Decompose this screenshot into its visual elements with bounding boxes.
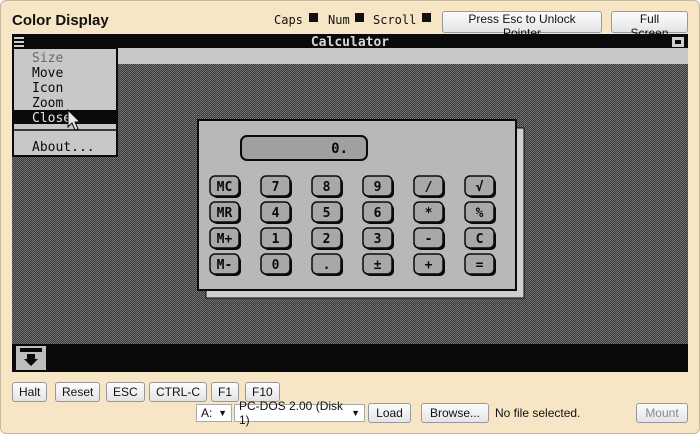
icon-area — [12, 344, 688, 372]
calc-key[interactable]: √ — [464, 175, 496, 198]
calc-key[interactable]: = — [464, 253, 496, 276]
calc-key-label: 4 — [272, 206, 280, 221]
full-screen-button[interactable]: Full Screen — [611, 11, 688, 40]
calc-key-label: . — [323, 258, 331, 273]
calc-key[interactable]: 3 — [362, 227, 394, 250]
calc-key[interactable]: / — [413, 175, 445, 198]
calculator-window: 0. MC 7 8 9 / √ MR 4 5 6 * % M+ 1 2 3 - C M- 0. ± + = — [197, 119, 525, 299]
calc-key[interactable]: 6 — [362, 201, 394, 224]
num-indicator-light — [355, 13, 364, 22]
calc-key-label: MC — [217, 180, 233, 195]
calc-key[interactable]: MC — [209, 175, 241, 198]
calc-key-label: M- — [217, 258, 233, 273]
minimized-app-icon[interactable] — [16, 346, 46, 370]
calc-key[interactable]: ± — [362, 253, 394, 276]
calc-key-label: 5 — [323, 206, 331, 221]
calc-key-label: 6 — [374, 206, 382, 221]
calc-key-label: = — [476, 258, 484, 273]
emulator-screen[interactable]: Calculator Size Move Icon Zoom Close Abo… — [12, 34, 688, 372]
disk-image-select[interactable]: PC-DOS 2.00 (Disk 1) ▼ — [234, 399, 365, 427]
calc-key-label: 9 — [374, 180, 382, 195]
calculator-display — [240, 135, 368, 161]
dos-screen-canvas[interactable]: Calculator Size Move Icon Zoom Close Abo… — [12, 34, 688, 372]
menu-item-zoom[interactable]: Zoom — [32, 96, 63, 111]
system-menu-icon[interactable] — [14, 37, 24, 47]
calc-key[interactable]: % — [464, 201, 496, 224]
file-status: No file selected. — [495, 406, 581, 420]
menu-item-close[interactable]: Close — [32, 111, 71, 126]
scroll-indicator-light — [422, 13, 431, 22]
scroll-indicator-label: Scroll — [373, 13, 417, 27]
calc-key[interactable]: C — [464, 227, 496, 250]
calc-key[interactable]: 5 — [311, 201, 343, 224]
calc-key[interactable]: * — [413, 201, 445, 224]
caps-indicator-light — [309, 13, 318, 22]
calc-key[interactable]: 4 — [260, 201, 292, 224]
calc-key-label: 7 — [272, 180, 280, 195]
calc-key-label: / — [425, 180, 433, 195]
menu-item-move[interactable]: Move — [32, 66, 63, 81]
calc-key-label: 1 — [272, 232, 280, 247]
calc-key[interactable]: M- — [209, 253, 241, 276]
reset-button[interactable]: Reset — [55, 382, 101, 402]
halt-button[interactable]: Halt — [12, 382, 48, 402]
calc-key[interactable]: 7 — [260, 175, 292, 198]
num-indicator-label: Num — [328, 13, 350, 27]
calc-key-label: % — [476, 206, 484, 221]
calc-key-label: * — [425, 206, 433, 221]
calc-key-label: ± — [374, 258, 382, 273]
calc-key[interactable]: 2 — [311, 227, 343, 250]
disk-image-value: PC-DOS 2.00 (Disk 1) — [239, 399, 344, 427]
calc-key-label: - — [425, 232, 433, 247]
mount-button[interactable]: Mount — [636, 403, 688, 423]
load-button[interactable]: Load — [368, 403, 411, 423]
display-value: 0. — [331, 141, 348, 157]
calc-key[interactable]: 1 — [260, 227, 292, 250]
calc-key[interactable]: + — [413, 253, 445, 276]
calc-key-label: + — [425, 258, 433, 273]
calc-key[interactable]: - — [413, 227, 445, 250]
calc-key-label: M+ — [217, 232, 233, 247]
calc-key-label: C — [476, 232, 484, 247]
app-title: Calculator — [311, 35, 389, 50]
window-title: Color Display — [12, 12, 109, 29]
calc-key[interactable]: 0 — [260, 253, 292, 276]
f1-button[interactable]: F1 — [211, 382, 240, 402]
ctrl-c-button[interactable]: CTRL-C — [149, 382, 207, 402]
chevron-down-icon: ▼ — [218, 408, 227, 418]
system-menu: Size Move Icon Zoom Close About... — [12, 47, 118, 157]
calc-key[interactable]: 8 — [311, 175, 343, 198]
calc-key-label: MR — [217, 206, 233, 221]
calc-key[interactable]: MR — [209, 201, 241, 224]
browse-button[interactable]: Browse... — [421, 403, 489, 423]
calc-key[interactable]: . — [311, 253, 343, 276]
calc-key-label: 3 — [374, 232, 382, 247]
calc-key[interactable]: M+ — [209, 227, 241, 250]
unlock-pointer-button[interactable]: Press Esc to Unlock Pointer — [442, 11, 602, 40]
caps-indicator-label: Caps — [274, 13, 303, 27]
menu-item-size[interactable]: Size — [32, 51, 63, 66]
calc-key-label: 8 — [323, 180, 331, 195]
maximize-icon[interactable] — [672, 37, 684, 47]
esc-button[interactable]: ESC — [106, 382, 145, 402]
menu-item-icon[interactable]: Icon — [32, 81, 63, 96]
drive-letter-select[interactable]: A: ▼ — [196, 404, 232, 422]
calc-key-label: 2 — [323, 232, 331, 247]
drive-letter-value: A: — [201, 406, 213, 420]
menu-item-about[interactable]: About... — [32, 140, 95, 155]
calc-key[interactable]: 9 — [362, 175, 394, 198]
calc-key-label: √ — [476, 180, 484, 195]
chevron-down-icon: ▼ — [351, 408, 360, 418]
calc-key-label: 0 — [272, 258, 280, 273]
